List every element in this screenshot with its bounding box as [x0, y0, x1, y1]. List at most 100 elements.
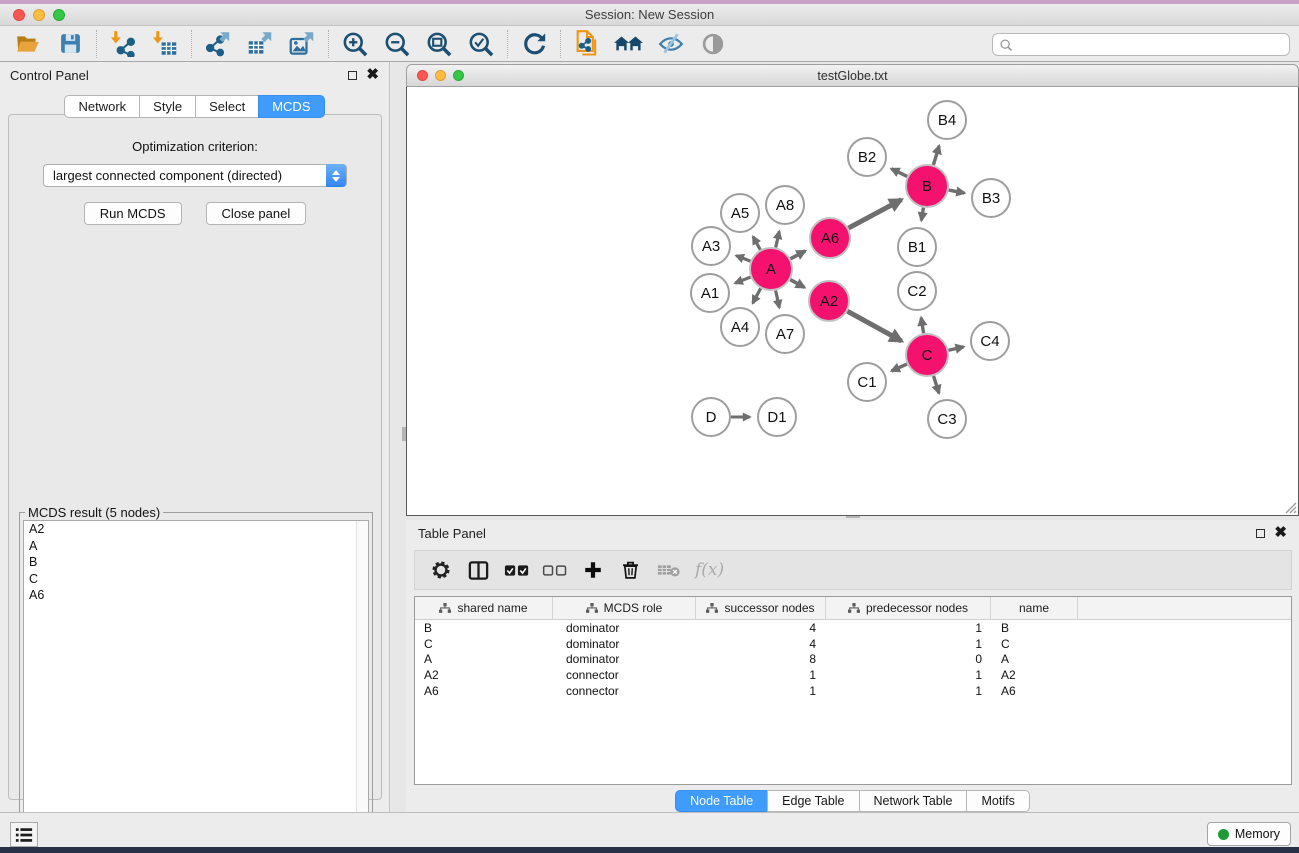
zoom-in-button[interactable]: [334, 27, 376, 61]
table-row[interactable]: A6connector11A6: [415, 683, 1291, 699]
tab-network[interactable]: Network: [64, 95, 140, 118]
column-header-successor-nodes[interactable]: successor nodes: [696, 597, 826, 619]
export-image-button[interactable]: [281, 27, 323, 61]
import-network-button[interactable]: [102, 27, 144, 61]
table-cell: B: [415, 621, 553, 635]
tab-network-table[interactable]: Network Table: [859, 790, 968, 812]
graph-edge-A-A7[interactable]: [776, 291, 780, 308]
export-network-icon: [204, 30, 232, 57]
table-cell: 1: [696, 684, 826, 698]
close-panel-button[interactable]: Close panel: [206, 202, 307, 225]
float-panel-icon[interactable]: [348, 71, 357, 80]
tab-mcds[interactable]: MCDS: [258, 95, 324, 118]
graph-edge-A-A4[interactable]: [753, 288, 761, 303]
duplicate-network-button[interactable]: [566, 27, 608, 61]
table-panel: Table Panel ✖: [406, 520, 1299, 812]
table-row[interactable]: A2connector11A2: [415, 667, 1291, 683]
graph-edge-C-C4[interactable]: [948, 347, 963, 350]
zoom-fit-button[interactable]: [418, 27, 460, 61]
export-network-button[interactable]: [197, 27, 239, 61]
mcds-result-item[interactable]: A6: [24, 587, 368, 604]
graph-edge-A-A2[interactable]: [790, 280, 804, 288]
table-cell: A6: [415, 684, 553, 698]
select-all-button[interactable]: [501, 554, 532, 586]
column-header-shared-name[interactable]: shared name: [415, 597, 553, 619]
zoom-out-button[interactable]: [376, 27, 418, 61]
graph-edge-A-A3[interactable]: [736, 256, 750, 261]
graph-node-label-A8: A8: [776, 197, 794, 214]
graph-node-label-B: B: [922, 178, 932, 195]
table-cell: 1: [826, 668, 991, 682]
column-header-mcds-role[interactable]: MCDS role: [553, 597, 696, 619]
delete-column-button[interactable]: [615, 554, 646, 586]
table-row[interactable]: Bdominator41B: [415, 620, 1291, 636]
mcds-result-item[interactable]: B: [24, 554, 368, 571]
resize-grip-icon[interactable]: [1283, 500, 1297, 514]
graph-edge-A-A8[interactable]: [776, 231, 780, 247]
mcds-result-item[interactable]: A2: [24, 521, 368, 538]
graph-edge-B-B3[interactable]: [949, 190, 965, 193]
tab-motifs[interactable]: Motifs: [966, 790, 1029, 812]
show-columns-button[interactable]: [463, 554, 494, 586]
network-window-titlebar[interactable]: testGlobe.txt: [406, 64, 1299, 87]
float-table-panel-icon[interactable]: [1256, 529, 1265, 538]
delete-table-button[interactable]: [653, 554, 684, 586]
table-settings-button[interactable]: [425, 554, 456, 586]
mcds-list-scrollbar[interactable]: [356, 521, 368, 836]
graph-edge-A6-B[interactable]: [849, 200, 902, 228]
table-panel-title: Table Panel: [418, 526, 486, 541]
network-canvas[interactable]: B4B2BB3A5A8A6A3AB1A1C2A2A4A7CC4C1C3DD1: [406, 87, 1299, 516]
mcds-result-item[interactable]: C: [24, 571, 368, 588]
refresh-button[interactable]: [513, 27, 555, 61]
optimization-criterion-label: Optimization criterion:: [9, 139, 381, 154]
add-column-button[interactable]: [577, 554, 608, 586]
open-session-button[interactable]: [7, 27, 49, 61]
graph-node-label-A7: A7: [776, 326, 794, 343]
graph-edge-A2-C[interactable]: [847, 311, 901, 341]
export-table-button[interactable]: [239, 27, 281, 61]
deselect-all-button[interactable]: [539, 554, 570, 586]
graph-edge-B-B2[interactable]: [891, 169, 907, 177]
table-row[interactable]: Adominator80A: [415, 651, 1291, 667]
columns-icon: [467, 559, 490, 582]
graph-edge-C-C1[interactable]: [892, 364, 907, 371]
close-panel-icon[interactable]: ✖: [366, 70, 379, 80]
control-panel-title: Control Panel: [10, 68, 89, 83]
graph-node-label-A6: A6: [821, 230, 839, 247]
graph-edge-A-A1[interactable]: [735, 277, 750, 283]
graph-edge-B-B4[interactable]: [933, 146, 939, 165]
tab-edge-table[interactable]: Edge Table: [767, 790, 859, 812]
search-input[interactable]: [1013, 38, 1289, 52]
graph-edge-B-B1[interactable]: [921, 208, 923, 221]
run-mcds-button[interactable]: Run MCDS: [84, 202, 182, 225]
home-button[interactable]: [608, 27, 650, 61]
graph-edge-C-C3[interactable]: [934, 376, 939, 393]
show-task-history-button[interactable]: [10, 822, 38, 847]
show-overview-button[interactable]: [692, 27, 734, 61]
column-header-name[interactable]: name: [991, 597, 1078, 619]
table-row[interactable]: Cdominator41C: [415, 636, 1291, 652]
graph-node-label-B1: B1: [908, 239, 926, 256]
mcds-result-list[interactable]: A2ABCA6: [23, 520, 369, 837]
import-table-button[interactable]: [144, 27, 186, 61]
zoom-selected-button[interactable]: [460, 27, 502, 61]
save-session-button[interactable]: [49, 27, 91, 61]
hide-overview-button[interactable]: [650, 27, 692, 61]
network-graph[interactable]: B4B2BB3A5A8A6A3AB1A1C2A2A4A7CC4C1C3DD1: [407, 87, 1298, 514]
tab-node-table[interactable]: Node Table: [675, 790, 768, 812]
graph-edge-A-A6[interactable]: [790, 251, 805, 259]
function-builder-button[interactable]: f(x): [691, 560, 724, 580]
memory-button[interactable]: Memory: [1207, 822, 1291, 846]
tab-select[interactable]: Select: [195, 95, 259, 118]
graph-edge-C-C2[interactable]: [921, 318, 923, 334]
table-cell: connector: [553, 684, 696, 698]
mcds-result-item[interactable]: A: [24, 538, 368, 555]
import-table-icon: [151, 30, 179, 57]
search-field[interactable]: [992, 33, 1290, 56]
close-table-panel-icon[interactable]: ✖: [1274, 528, 1287, 538]
column-header-predecessor-nodes[interactable]: predecessor nodes: [826, 597, 991, 619]
tab-style[interactable]: Style: [139, 95, 196, 118]
export-image-icon: [288, 30, 316, 57]
criterion-select[interactable]: largest connected component (directed): [43, 164, 347, 187]
graph-edge-A-A5[interactable]: [753, 237, 760, 250]
